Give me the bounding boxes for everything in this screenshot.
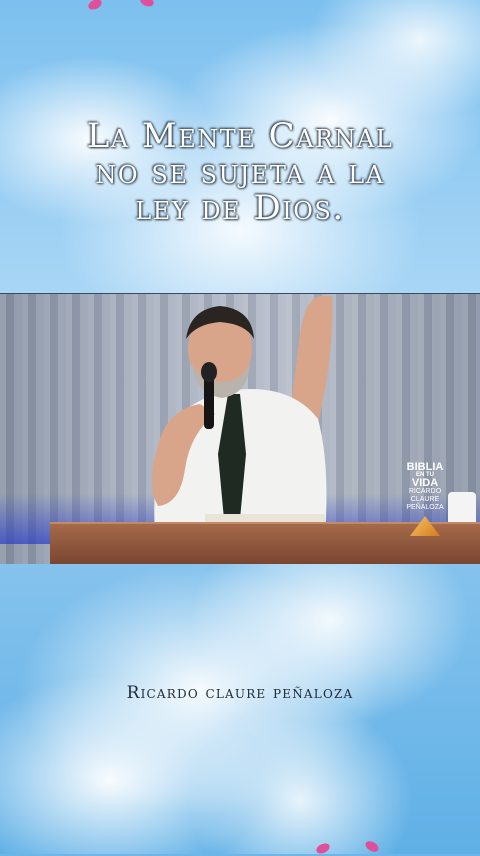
title-line: no se sujeta a la	[95, 152, 385, 192]
watermark-text: RICARDO	[408, 488, 442, 495]
watermark-text: VIDA	[411, 477, 439, 489]
channel-watermark: BIBLIA EN TU VIDA RICARDO CLAURE PEÑALOZ…	[400, 462, 450, 536]
fire-logo-icon	[410, 516, 440, 536]
watermark-text: PEÑALOZA	[406, 504, 444, 511]
title-line: ley de Dios.	[135, 188, 345, 228]
author-name: Ricardo claure peñaloza	[126, 683, 354, 703]
page-title: La Mente Carnal no se sujeta a la ley de…	[0, 118, 480, 226]
watermark-text: BIBLIA	[406, 461, 444, 473]
title-line: La Mente Carnal	[86, 116, 394, 156]
watermark-text: CLAURE	[410, 496, 440, 503]
video-player[interactable]: BIBLIA EN TU VIDA RICARDO CLAURE PEÑALOZ…	[0, 293, 480, 564]
